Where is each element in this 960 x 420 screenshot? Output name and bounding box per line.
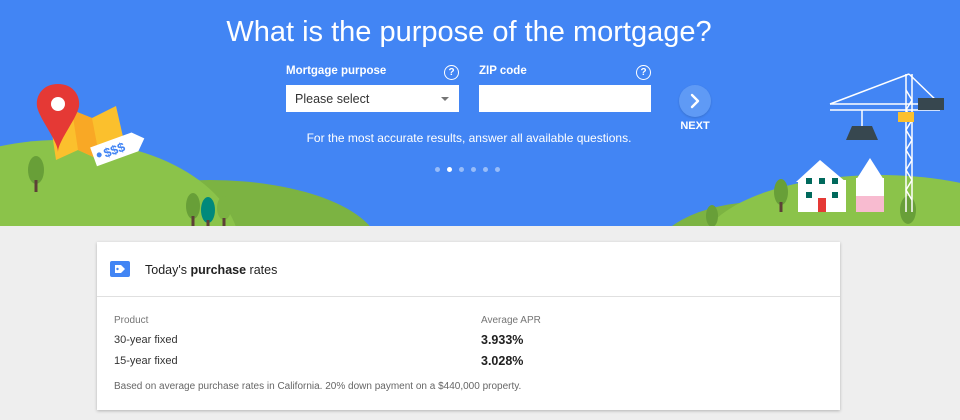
rates-card: Today's purchase rates Product Average A…: [97, 242, 840, 410]
product-30-year: 30-year fixed: [114, 334, 178, 346]
title-bold: purchase: [190, 263, 247, 277]
tag-icon: [110, 261, 130, 277]
rates-footnote: Based on average purchase rates in Calif…: [114, 381, 522, 392]
rates-card-title: Today's purchase rates: [145, 263, 277, 277]
dropdown-arrow-icon: [441, 97, 449, 101]
step-dot[interactable]: [495, 167, 500, 172]
title-suffix: rates: [246, 263, 278, 277]
mortgage-purpose-select[interactable]: Please select: [286, 85, 459, 112]
hero-banner: $$$ What is the purpose of the mortgage?…: [0, 0, 960, 226]
step-dot[interactable]: [471, 167, 476, 172]
step-dot[interactable]: [435, 167, 440, 172]
mortgage-purpose-value: Please select: [295, 92, 370, 106]
crane-cab: [898, 112, 914, 122]
chevron-right-icon: [690, 93, 700, 109]
hint-text: For the most accurate results, answer al…: [306, 131, 632, 145]
step-dot[interactable]: [483, 167, 488, 172]
step-dot-active[interactable]: [447, 167, 452, 172]
mortgage-purpose-label: Mortgage purpose: [286, 65, 387, 77]
next-button[interactable]: [679, 85, 711, 117]
step-dot[interactable]: [459, 167, 464, 172]
tree: [900, 196, 916, 224]
tree: [706, 205, 718, 226]
apr-30-year: 3.933%: [481, 333, 524, 347]
house-icon: [796, 160, 846, 212]
zip-code-label: ZIP code: [479, 65, 527, 77]
column-header-apr: Average APR: [481, 315, 541, 326]
zip-code-input[interactable]: [479, 85, 651, 112]
column-header-product: Product: [114, 315, 149, 326]
apr-15-year: 3.028%: [481, 354, 524, 368]
rates-card-header: Today's purchase rates: [97, 242, 840, 297]
title-prefix: Today's: [145, 263, 191, 277]
help-icon[interactable]: ?: [636, 65, 651, 80]
crane-counterweight: [918, 98, 944, 110]
product-15-year: 15-year fixed: [114, 355, 178, 367]
step-indicator: [435, 167, 507, 175]
house-icon: [856, 158, 884, 212]
help-icon[interactable]: ?: [444, 65, 459, 80]
page-title: What is the purpose of the mortgage?: [226, 16, 712, 48]
